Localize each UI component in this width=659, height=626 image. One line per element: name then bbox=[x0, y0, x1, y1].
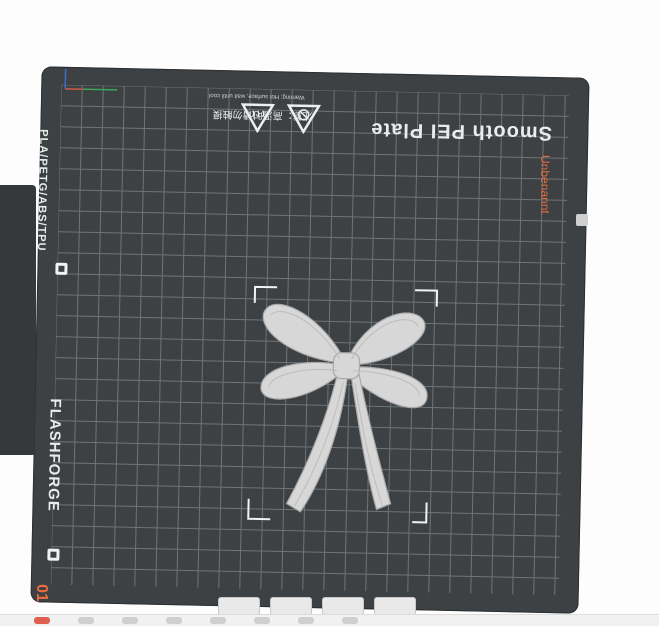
taskbar-icon[interactable] bbox=[166, 617, 182, 624]
taskbar-icon[interactable] bbox=[254, 617, 270, 624]
axis-origin-icon bbox=[63, 69, 119, 94]
no-touch-warning-icon bbox=[286, 103, 321, 134]
3d-viewport[interactable]: Smooth PEI Plate 注意：高温时请勿触摸 Warning: Hot… bbox=[0, 0, 659, 625]
hot-surface-warning-icon bbox=[240, 103, 275, 134]
materials-label: PLA/PETG/ABS/TPU bbox=[35, 129, 50, 252]
plate-clip bbox=[0, 185, 36, 455]
taskbar-icon[interactable] bbox=[298, 617, 314, 624]
edit-icon[interactable] bbox=[576, 214, 588, 226]
object-name-label[interactable]: Unbenannt bbox=[538, 155, 552, 214]
plate-number: 01 bbox=[32, 584, 50, 602]
build-plate[interactable]: Smooth PEI Plate 注意：高温时请勿触摸 Warning: Hot… bbox=[30, 66, 589, 613]
plate-title: Smooth PEI Plate bbox=[370, 117, 552, 144]
taskbar bbox=[0, 614, 659, 626]
plate-marker-icon bbox=[55, 263, 67, 275]
taskbar-icon[interactable] bbox=[122, 617, 138, 624]
taskbar-icon[interactable] bbox=[342, 617, 358, 624]
taskbar-icon[interactable] bbox=[34, 617, 50, 624]
taskbar-icon[interactable] bbox=[78, 617, 94, 624]
taskbar-icon[interactable] bbox=[210, 617, 226, 624]
brand-logo: FLASHFORGE bbox=[45, 398, 64, 512]
plate-marker-icon bbox=[47, 549, 59, 561]
bow-model[interactable] bbox=[242, 281, 447, 535]
